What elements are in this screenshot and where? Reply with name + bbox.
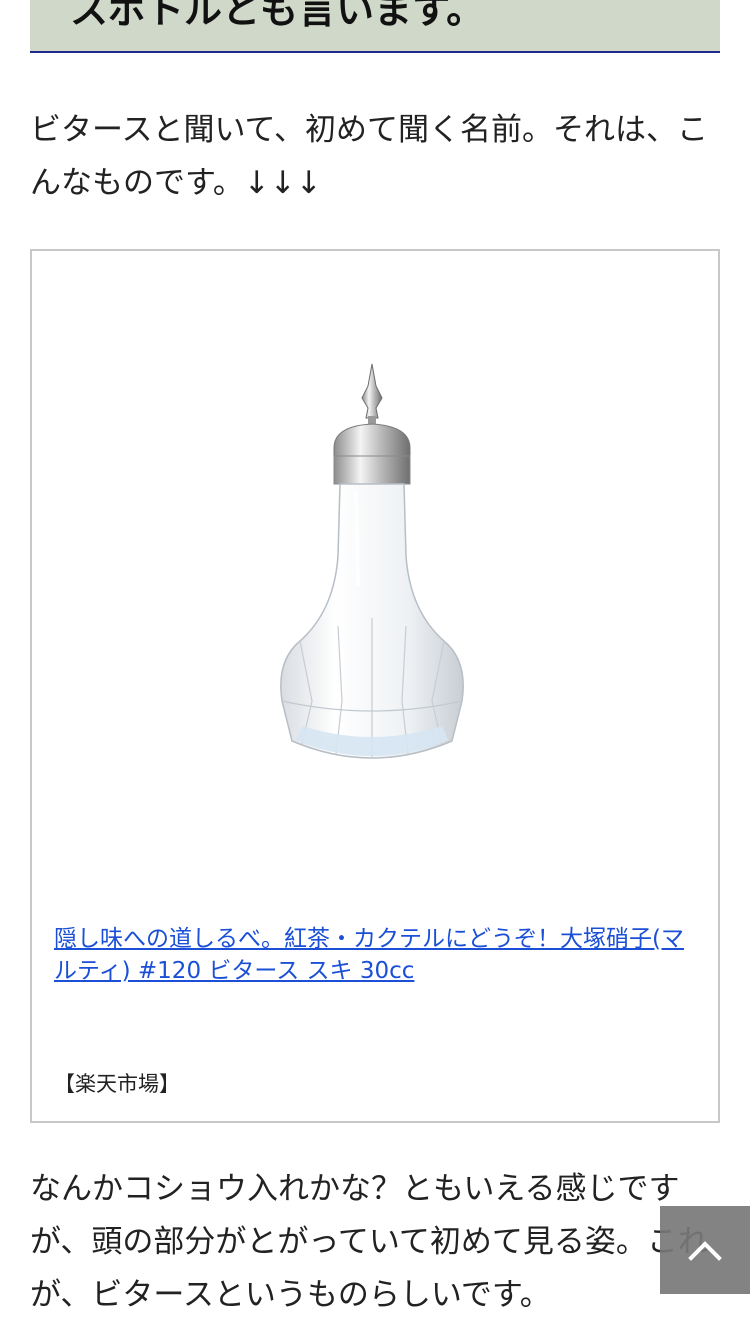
section-heading-box: スボトルとも言います。 xyxy=(30,0,720,53)
product-source-label: 【楽天市場】 xyxy=(54,1072,180,1096)
intro-paragraph: ビタースと聞いて、初めて聞く名前。それは、こんなものです。↓↓↓ xyxy=(30,112,708,201)
chevron-up-icon xyxy=(688,1241,722,1261)
bitters-bottle-image[interactable] xyxy=(272,356,472,766)
description-paragraph: なんかコショウ入れかな？ともいえる感じですが、頭の部分がとがっていて初めて見る姿… xyxy=(30,1171,709,1313)
product-link[interactable]: 隠し味への道しるべ。紅茶・カクテルにどうぞ！大塚硝子(マルティ) #120 ビタ… xyxy=(54,923,694,987)
scroll-to-top-button[interactable] xyxy=(660,1206,750,1294)
product-card: 隠し味への道しるべ。紅茶・カクテルにどうぞ！大塚硝子(マルティ) #120 ビタ… xyxy=(30,249,720,1123)
section-heading: スボトルとも言います。 xyxy=(70,0,485,32)
